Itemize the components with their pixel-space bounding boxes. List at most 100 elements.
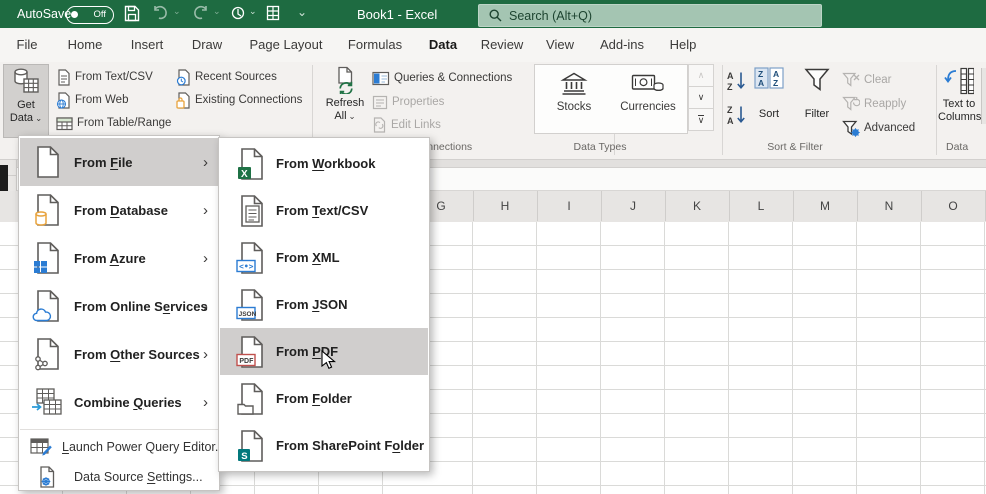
filter-funnel-icon [796,67,838,96]
workbook-title: Book1 - Excel [357,7,438,22]
recent-sources-button[interactable]: Recent Sources [176,67,277,87]
tab-insert[interactable]: Insert [131,28,164,60]
undo-icon[interactable] [152,5,169,26]
svg-text:A: A [727,71,734,81]
menu-item-launch-power-query-editor[interactable]: Launch Power Query Editor... [20,432,225,462]
submenu-arrow-icon: › [203,249,208,267]
gallery-more-icon[interactable]: ∨ [688,108,714,131]
filter-button[interactable]: Filter [796,64,838,136]
from-table-range-button[interactable]: From Table/Range [56,113,171,133]
refresh-label-1: Refresh [325,97,365,109]
power-query-editor-icon [30,437,52,457]
get-data-chevron-icon: ⌄ [35,113,43,123]
tab-draw[interactable]: Draw [192,28,222,60]
folder-file-icon [234,382,268,416]
tab-help[interactable]: Help [670,28,697,60]
quick-access-icon[interactable] [266,5,280,26]
touch-mode-chevron-icon[interactable]: ⌄ [249,6,257,17]
get-data-button[interactable]: Get Data ⌄ [3,64,49,138]
cloud-file-icon [30,289,64,323]
ttc-label-1: Text to [942,98,976,110]
column-header-n[interactable]: N [857,191,922,221]
other-sources-file-icon [30,337,64,371]
tab-home[interactable]: Home [68,28,103,60]
column-header-l[interactable]: L [729,191,794,221]
svg-text:X: X [241,169,248,180]
existing-connections-button[interactable]: Existing Connections [176,90,302,110]
menu-item-from-other-sources[interactable]: From Other Sources › [20,330,218,378]
from-text-csv-button[interactable]: From Text/CSV [56,67,153,87]
json-file-icon: JSON [234,288,268,322]
group-label-data-types: Data Types [573,141,627,153]
table-range-icon [56,116,73,131]
tab-data[interactable]: Data [429,28,457,60]
menu-item-from-azure[interactable]: From Azure › [20,234,218,282]
toggle-knob [71,10,78,18]
sort-ascending-button[interactable]: AZ [726,70,748,97]
get-data-label-2: Data [9,112,34,124]
queries-connections-button[interactable]: Queries & Connections [372,68,512,88]
autosave-label: AutoSave [17,7,72,21]
group-separator [936,65,937,155]
gallery-scroll-down-icon[interactable]: ∨ [688,86,714,109]
submenu-item-from-text-csv[interactable]: From Text/CSV [220,187,428,234]
svg-text:<•>: <•> [239,262,254,271]
data-source-settings-icon [30,466,64,488]
from-web-button[interactable]: From Web [56,90,128,110]
undo-chevron-icon[interactable]: ⌄ [173,6,181,17]
column-header-o[interactable]: O [921,191,986,221]
database-file-icon [30,193,64,227]
menu-item-combine-queries[interactable]: Combine Queries › [20,378,218,426]
touch-mouse-mode-icon[interactable] [231,5,246,27]
submenu-item-from-json[interactable]: JSON From JSON [220,281,428,328]
redo-chevron-icon[interactable]: ⌄ [213,6,221,17]
redo-icon[interactable] [192,5,209,26]
column-header-k[interactable]: K [665,191,730,221]
currencies-button[interactable]: Currencies [613,71,683,113]
menu-item-from-file[interactable]: From File › [20,138,218,186]
svg-text:A: A [727,116,734,126]
tab-page-layout[interactable]: Page Layout [249,28,322,60]
clear-filter-icon [842,72,860,88]
column-header-j[interactable]: J [601,191,666,221]
advanced-filter-button[interactable]: Advanced [842,118,915,138]
sharepoint-file-icon: S [234,429,268,463]
sort-descending-button[interactable]: ZA [726,104,748,131]
search-input[interactable]: Search (Alt+Q) [478,4,822,27]
save-icon[interactable] [124,5,140,27]
svg-text:S: S [241,450,247,461]
svg-text:Z: Z [727,82,733,92]
refresh-chevron-icon: ⌄ [348,111,356,121]
sort-button[interactable]: Z A A Z Sort [750,64,788,136]
banknote-coins-icon [631,74,664,92]
menu-item-data-source-settings[interactable]: Data Source Settings... [20,462,218,492]
excel-window: AutoSave Off ⌄ ⌄ ⌄ ⌄ Book1 - Excel Searc… [0,0,986,494]
tab-add-ins[interactable]: Add-ins [600,28,644,60]
gallery-scroll-up-icon[interactable]: ∧ [688,64,714,87]
tab-review[interactable]: Review [481,28,524,60]
menu-item-from-database[interactable]: From Database › [20,186,218,234]
submenu-item-from-sharepoint-folder[interactable]: S From SharePoint Folder [220,422,428,469]
tab-view[interactable]: View [546,28,574,60]
column-header-i[interactable]: I [537,191,602,221]
tab-file[interactable]: File [17,28,38,60]
ribbon-tab-bar: File Home Insert Draw Page Layout Formul… [0,28,986,89]
tab-formulas[interactable]: Formulas [348,28,402,60]
recent-sources-icon [176,68,191,86]
text-to-columns-button[interactable]: Text to Columns [938,64,981,136]
clipped-ribbon-icon [981,68,986,124]
svg-text:Z: Z [773,78,778,88]
column-header-m[interactable]: M [793,191,858,221]
stocks-button[interactable]: Stocks [539,71,609,113]
refresh-all-button[interactable]: Refresh All ⌄ [322,64,368,136]
data-types-gallery: Stocks Currencies [534,64,688,134]
search-icon [489,9,502,22]
submenu-item-from-workbook[interactable]: X From Workbook [220,140,428,187]
menu-item-from-online-services[interactable]: From Online Services › [20,282,218,330]
ribbon-options-chevron-icon[interactable]: ⌄ [297,5,307,19]
submenu-item-from-folder[interactable]: From Folder [220,375,428,422]
submenu-item-from-xml[interactable]: <•> From XML [220,234,428,281]
reapply-filter-icon [842,96,860,112]
autosave-toggle[interactable]: Off [66,6,114,24]
column-header-h[interactable]: H [473,191,538,221]
